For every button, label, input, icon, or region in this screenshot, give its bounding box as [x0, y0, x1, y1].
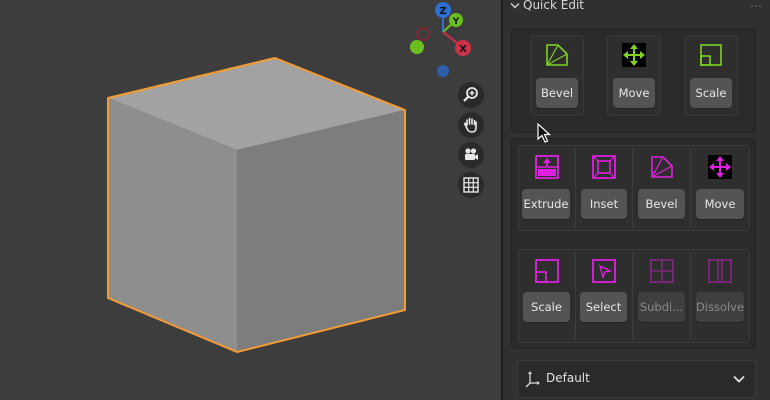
- inset-button[interactable]: Inset: [581, 189, 627, 219]
- bevel-icon: [651, 156, 673, 178]
- panel-header[interactable]: Quick Edit: [503, 0, 770, 14]
- separator: [632, 252, 633, 340]
- move-icon: [622, 43, 646, 67]
- gizmo-y-label: Y: [452, 17, 460, 27]
- separator: [690, 148, 691, 228]
- edit-tools-group: Extrude Inset Bevel Move Scale Select Su…: [511, 138, 756, 349]
- edit-move-button[interactable]: Move: [696, 189, 744, 219]
- 3d-viewport[interactable]: Z Y X: [0, 0, 501, 400]
- camera-icon: [465, 148, 478, 160]
- separator: [575, 252, 576, 340]
- subdivide-button[interactable]: Subdi...: [638, 292, 685, 322]
- panel-title: Quick Edit: [523, 0, 584, 12]
- edit-tools-row-2: Scale Select Subdi... Dissolve: [518, 249, 750, 343]
- subdivide-icon: [650, 259, 674, 283]
- pan-button[interactable]: [458, 112, 484, 138]
- gizmo-z-label: Z: [439, 6, 446, 17]
- edit-tools-row-1: Extrude Inset Bevel Move: [518, 145, 750, 231]
- move-icon: [708, 155, 732, 179]
- scale-icon: [700, 44, 722, 66]
- scale-icon: [535, 259, 559, 283]
- dissolve-button[interactable]: Dissolve: [696, 292, 744, 322]
- object-tool-bevel: Bevel: [530, 35, 584, 116]
- quick-edit-panel: Quick Edit Bevel Move Scale Extrude Inse…: [503, 0, 770, 400]
- object-bevel-button[interactable]: Bevel: [536, 78, 578, 108]
- orientation-axes-icon: [525, 371, 540, 388]
- edit-bevel-button[interactable]: Bevel: [638, 189, 685, 219]
- zoom-icon: [463, 87, 478, 102]
- select-button[interactable]: Select: [580, 292, 627, 322]
- object-tool-move: Move: [607, 35, 661, 116]
- extrude-icon: [535, 155, 559, 179]
- separator: [632, 148, 633, 228]
- bevel-icon: [546, 44, 568, 66]
- dissolve-icon: [708, 259, 732, 283]
- inset-icon: [592, 155, 616, 179]
- chevron-down-icon: [733, 375, 745, 383]
- zoom-button[interactable]: [458, 82, 484, 108]
- navigation-gizmo[interactable]: Z Y X: [400, 0, 490, 90]
- edit-scale-button[interactable]: Scale: [523, 292, 570, 322]
- gizmo-x-label: X: [459, 44, 467, 55]
- mouse-cursor-icon: [537, 123, 551, 143]
- object-tool-scale: Scale: [684, 35, 738, 116]
- select-icon: [592, 259, 616, 283]
- separator: [690, 252, 691, 340]
- camera-view-button[interactable]: [458, 142, 484, 168]
- perspective-toggle-button[interactable]: [458, 172, 484, 198]
- grid-icon: [463, 177, 479, 193]
- hand-icon: [464, 117, 477, 133]
- orientation-value: Default: [546, 371, 590, 385]
- object-scale-button[interactable]: Scale: [690, 78, 732, 108]
- object-tools-group: Bevel Move Scale: [511, 28, 756, 133]
- chevron-down-icon: [510, 2, 520, 9]
- separator: [575, 148, 576, 228]
- orientation-dropdown[interactable]: Default: [517, 360, 756, 398]
- drag-grip-icon[interactable]: [750, 4, 762, 10]
- object-move-button[interactable]: Move: [613, 78, 655, 108]
- extrude-button[interactable]: Extrude: [522, 189, 570, 219]
